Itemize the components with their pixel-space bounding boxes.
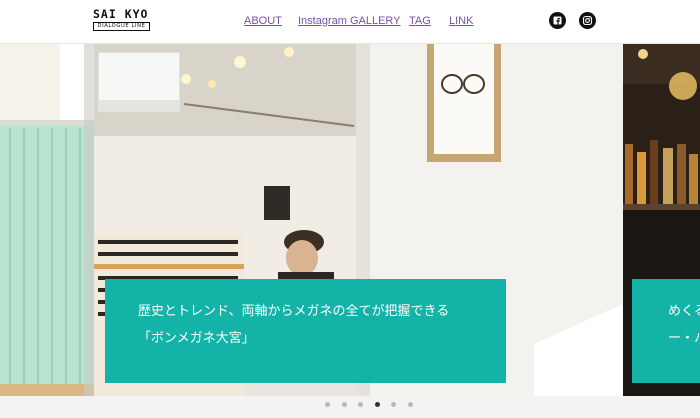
slider-dot-3[interactable] [358, 402, 363, 407]
slider-dot-4[interactable] [375, 402, 380, 407]
facebook-link[interactable] [549, 12, 566, 29]
nav-link-about[interactable]: ABOUT [244, 15, 282, 27]
nav-link-link[interactable]: LINK [449, 15, 473, 27]
logo-subtitle: DIALOGUE LINE [93, 22, 150, 31]
slider-dot-6[interactable] [408, 402, 413, 407]
logo-title: SAI KYO [93, 7, 149, 21]
page: SAI KYO DIALOGUE LINE ABOUT Instagram GA… [0, 0, 700, 418]
caption-next-line-2: ー・ハ [668, 331, 700, 346]
facebook-icon [553, 16, 562, 25]
hero-slider[interactable]: 歴史とトレンド、両軸からメガネの全てが把握できる 「ボンメガネ大宮」 めくる ー… [0, 44, 700, 396]
slide-caption-next[interactable]: めくる ー・ハ [632, 279, 700, 383]
caption-next-line-1: めくる [668, 304, 700, 319]
instagram-icon [582, 15, 593, 26]
slider-dot-5[interactable] [391, 402, 396, 407]
site-header: SAI KYO DIALOGUE LINE ABOUT Instagram GA… [0, 0, 700, 44]
slider-dot-1[interactable] [325, 402, 330, 407]
caption-line-1: 歴史とトレンド、両軸からメガネの全てが把握できる [138, 304, 450, 319]
site-logo[interactable]: SAI KYO DIALOGUE LINE [93, 8, 150, 36]
nav-link-instagram-gallery[interactable]: Instagram GALLERY [298, 15, 401, 27]
caption-line-2: 「ボンメガネ大宮」 [138, 331, 255, 346]
slide-previous[interactable] [0, 44, 94, 396]
instagram-link[interactable] [579, 12, 596, 29]
slide-caption-current[interactable]: 歴史とトレンド、両軸からメガネの全てが把握できる 「ボンメガネ大宮」 [105, 279, 506, 383]
nav-link-tag[interactable]: TAG [409, 15, 431, 27]
slider-pagination [0, 396, 700, 418]
slider-dot-2[interactable] [342, 402, 347, 407]
slide-previous-photo [0, 44, 94, 396]
